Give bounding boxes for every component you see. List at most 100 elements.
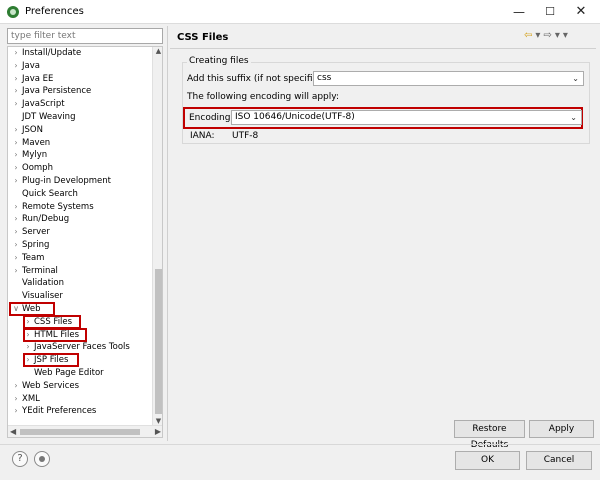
window-title: Preferences (25, 6, 84, 17)
tree-item[interactable]: › Plug-in Development (10, 175, 111, 187)
page-title: CSS Files (177, 32, 229, 43)
maximize-icon[interactable]: ☐ (535, 0, 565, 24)
tree-item-label: Terminal (22, 265, 58, 276)
apply-button[interactable]: Apply (529, 420, 594, 438)
chevron-down-icon[interactable]: ▾ (535, 30, 540, 41)
scroll-left-icon[interactable]: ◀ (10, 426, 16, 437)
tree-item[interactable]: › JavaScript (10, 98, 64, 110)
footer-divider (0, 444, 600, 445)
tree-item[interactable]: › Install/Update (10, 47, 81, 59)
scroll-thumb[interactable] (155, 269, 162, 414)
chevron-right-icon[interactable]: › (10, 73, 22, 85)
tree-item[interactable]: › Web Services (10, 380, 79, 392)
minimize-icon[interactable]: — (504, 0, 534, 24)
tree-item-label: Java Persistence (22, 86, 92, 97)
tree-item[interactable]: Visualiser (10, 290, 63, 302)
tree-item[interactable]: › Spring (10, 239, 49, 251)
tree-item-label: JDT Weaving (22, 112, 76, 122)
tree-item[interactable]: › Server (10, 226, 50, 238)
chevron-right-icon[interactable]: › (10, 201, 22, 213)
chevron-right-icon[interactable]: › (10, 213, 22, 225)
suffix-value: css (317, 73, 332, 83)
chevron-right-icon[interactable]: › (10, 226, 22, 238)
scroll-right-icon[interactable]: ▶ (155, 426, 161, 437)
suffix-label: Add this suffix (if not specified): (187, 74, 331, 84)
chevron-down-icon[interactable]: ▾ (555, 30, 560, 41)
preference-tree: ▲ ▼ ◀ ▶ › Install/Update › Java › Java EE › Jav… (7, 46, 163, 438)
tree-item[interactable]: › Java EE (10, 73, 53, 85)
tree-item-label: JavaServer Faces Tools (34, 342, 130, 353)
chevron-right-icon[interactable]: › (10, 137, 22, 149)
tree-item[interactable]: › Team (10, 252, 44, 264)
tree-item[interactable]: › YEdit Preferences (10, 405, 96, 417)
tree-item-label: Spring (22, 240, 50, 250)
tree-item[interactable]: › JavaServer Faces Tools (22, 341, 130, 353)
restore-defaults-button[interactable]: Restore Defaults (454, 420, 525, 450)
tree-item-label: Mylyn (22, 150, 48, 161)
tree-item-label: Quick Search (22, 188, 78, 199)
tree-item-label: JSON (22, 124, 43, 135)
back-arrow-icon[interactable]: ⇦ (524, 30, 532, 41)
page-navigation: ⇦ ▾ ⇨ ▾ ▾ (524, 30, 571, 41)
chevron-right-icon[interactable]: › (10, 85, 22, 97)
encoding-label: Encoding: (189, 113, 234, 123)
close-icon[interactable]: ✕ (566, 0, 596, 24)
scroll-down-icon[interactable]: ▼ (153, 417, 162, 425)
tree-item-label: Server (22, 227, 50, 238)
import-export-icon[interactable] (34, 451, 50, 467)
tree-item[interactable]: › Remote Systems (10, 201, 94, 213)
chevron-right-icon[interactable]: › (10, 265, 22, 277)
tree-item[interactable]: › Run/Debug (10, 213, 69, 225)
chevron-right-icon[interactable]: › (10, 149, 22, 161)
help-icon[interactable]: ? (12, 451, 28, 467)
encoding-combo[interactable]: ISO 10646/Unicode(UTF-8) ⌄ (231, 110, 582, 125)
chevron-down-icon: ⌄ (572, 74, 579, 83)
chevron-right-icon[interactable]: › (10, 98, 22, 110)
scroll-thumb-horizontal[interactable] (20, 429, 140, 435)
tree-item-label: Web Services (22, 380, 80, 391)
chevron-right-icon[interactable]: › (10, 405, 22, 417)
tree-item[interactable]: Web Page Editor (22, 367, 104, 379)
chevron-right-icon[interactable]: › (10, 239, 22, 251)
panel-divider[interactable] (167, 26, 168, 441)
chevron-down-icon: ⌄ (570, 113, 577, 122)
tree-item-label: XML (22, 393, 40, 404)
tree-item[interactable]: › Java (10, 60, 40, 72)
suffix-combo[interactable]: css ⌄ (313, 71, 584, 86)
chevron-right-icon[interactable]: › (10, 60, 22, 72)
chevron-right-icon[interactable]: › (22, 341, 34, 353)
chevron-right-icon[interactable]: › (10, 380, 22, 392)
tree-item[interactable]: Quick Search (10, 188, 78, 200)
highlight-box (23, 353, 79, 368)
filter-input[interactable] (7, 28, 163, 44)
tree-item-label: Plug-in Development (22, 176, 112, 186)
chevron-right-icon[interactable]: › (10, 162, 22, 174)
tree-item-label: Remote Systems (22, 201, 94, 212)
chevron-right-icon[interactable]: › (10, 393, 22, 405)
forward-arrow-icon[interactable]: ⇨ (543, 30, 551, 41)
tree-item[interactable]: JDT Weaving (10, 111, 75, 123)
encoding-note: The following encoding will apply: (187, 92, 339, 102)
scroll-up-icon[interactable]: ▲ (153, 47, 162, 55)
encoding-value: ISO 10646/Unicode(UTF-8) (235, 112, 355, 122)
tree-item-label: Oomph (22, 163, 53, 174)
tree-item[interactable]: › JSON (10, 124, 43, 136)
tree-item[interactable]: › Mylyn (10, 149, 47, 161)
tree-item[interactable]: Validation (10, 277, 64, 289)
tree-item[interactable]: › Java Persistence (10, 85, 91, 97)
ok-button[interactable]: OK (455, 451, 520, 470)
cancel-button[interactable]: Cancel (526, 451, 592, 470)
header-divider (170, 48, 596, 49)
tree-vertical-scrollbar[interactable]: ▲ ▼ (152, 47, 162, 425)
chevron-right-icon[interactable]: › (10, 175, 22, 187)
chevron-right-icon[interactable]: › (10, 124, 22, 136)
tree-item-label: Visualiser (22, 291, 63, 302)
view-menu-icon[interactable]: ▾ (563, 30, 568, 41)
chevron-right-icon[interactable]: › (10, 252, 22, 264)
tree-item[interactable]: › Oomph (10, 162, 53, 174)
tree-horizontal-scrollbar[interactable]: ◀ ▶ (8, 425, 162, 437)
chevron-right-icon[interactable]: › (10, 47, 22, 59)
tree-item[interactable]: › Terminal (10, 265, 58, 277)
tree-item[interactable]: › Maven (10, 137, 50, 149)
tree-item[interactable]: › XML (10, 393, 40, 405)
